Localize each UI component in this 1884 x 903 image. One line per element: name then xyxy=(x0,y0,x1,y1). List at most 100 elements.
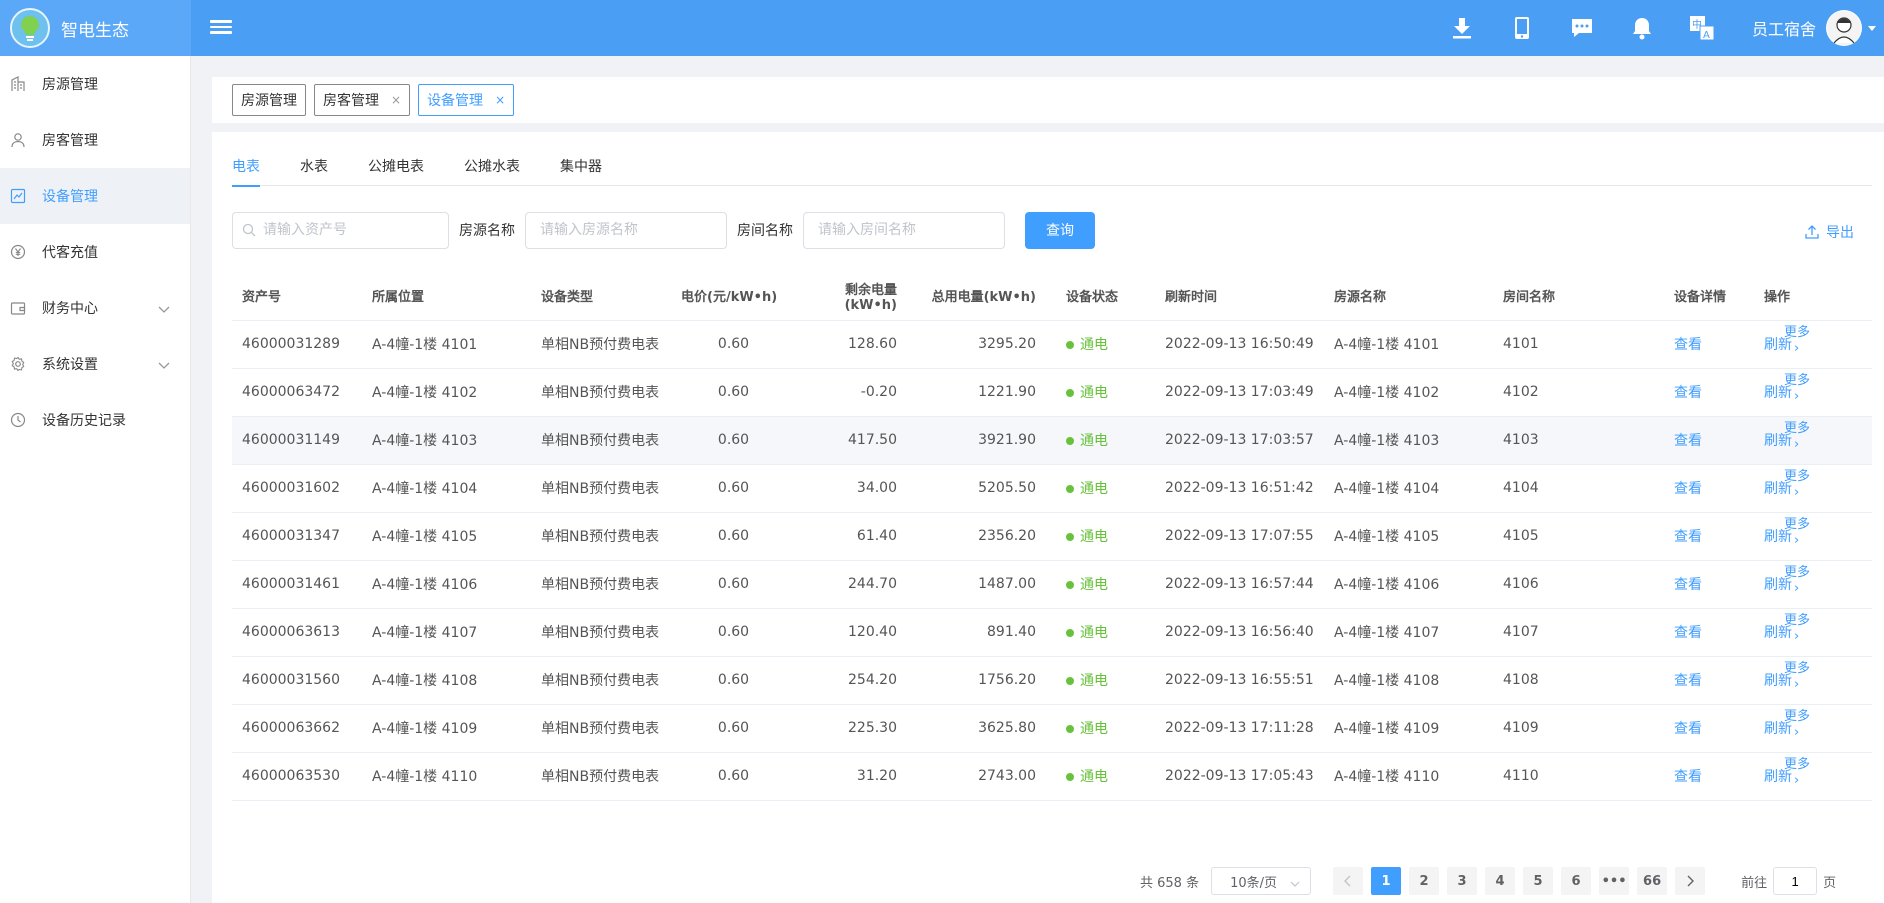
sidebar-item-settings[interactable]: 系统设置 xyxy=(0,336,190,392)
total-count: 共 658 条 xyxy=(1140,875,1200,891)
room-name: 4106 xyxy=(1493,560,1664,609)
view-link[interactable]: 查看 xyxy=(1674,721,1702,737)
column-header: 所属位置 xyxy=(362,272,531,321)
tab-electric-meter[interactable]: 电表 xyxy=(232,156,260,187)
operations: 刷新 更多 › xyxy=(1754,416,1872,465)
total-usage: 1487.00 xyxy=(917,560,1056,609)
view-link[interactable]: 查看 xyxy=(1674,385,1702,401)
mobile-icon[interactable] xyxy=(1508,14,1536,42)
room-name-input[interactable] xyxy=(803,211,1005,249)
sidebar-item-properties[interactable]: 房源管理 xyxy=(0,56,190,112)
page-button[interactable]: 5 xyxy=(1523,867,1554,895)
status-text: 通电 xyxy=(1080,673,1108,689)
tab-water-meter[interactable]: 水表 xyxy=(300,156,328,186)
more-dropdown[interactable]: 更多 › xyxy=(1784,517,1810,549)
view-link[interactable]: 查看 xyxy=(1674,625,1702,641)
sidebar-item-recharge[interactable]: 代客充值 xyxy=(0,224,190,280)
page-button[interactable]: 1 xyxy=(1371,867,1402,895)
device-type: 单相NB预付费电表 xyxy=(531,704,671,753)
more-dropdown[interactable]: 更多 › xyxy=(1784,325,1810,357)
chevron-right-icon: › xyxy=(1794,580,1800,596)
view-link[interactable]: 查看 xyxy=(1674,673,1702,689)
tab-shared-water-meter[interactable]: 公摊水表 xyxy=(464,156,520,186)
query-button[interactable]: 查询 xyxy=(1025,211,1095,249)
next-page-button[interactable] xyxy=(1675,867,1706,895)
remaining-power: -0.20 xyxy=(786,368,917,417)
more-dropdown[interactable]: 更多 › xyxy=(1784,709,1810,741)
more-dropdown[interactable]: 更多 › xyxy=(1784,373,1810,405)
status-text: 通电 xyxy=(1080,577,1108,593)
sidebar-item-devices[interactable]: 设备管理 xyxy=(0,168,190,224)
view-link[interactable]: 查看 xyxy=(1674,481,1702,497)
view-link[interactable]: 查看 xyxy=(1674,529,1702,545)
status-dot-icon xyxy=(1066,677,1074,685)
more-label: 更多 xyxy=(1784,468,1811,484)
view-link[interactable]: 查看 xyxy=(1674,769,1702,785)
goto-page-input[interactable] xyxy=(1773,867,1818,895)
page-button[interactable]: 66 xyxy=(1637,867,1668,895)
chevron-right-icon: › xyxy=(1794,772,1800,788)
chevron-right-icon: › xyxy=(1794,676,1800,692)
refresh-time: 2022-09-13 16:55:51 xyxy=(1155,656,1324,705)
location: A-4幢-1楼 4101 xyxy=(362,320,531,369)
status-text: 通电 xyxy=(1080,481,1108,497)
device-type: 单相NB预付费电表 xyxy=(531,656,671,705)
download-icon[interactable] xyxy=(1448,14,1476,42)
page-button[interactable]: 3 xyxy=(1447,867,1478,895)
property-name-input[interactable] xyxy=(525,211,727,249)
page-button[interactable]: 4 xyxy=(1485,867,1516,895)
menu-toggle-icon[interactable] xyxy=(210,17,232,39)
operations: 刷新 更多 › xyxy=(1754,656,1872,705)
device-detail: 查看 xyxy=(1664,512,1754,561)
price: 0.60 xyxy=(671,560,786,609)
sidebar-item-finance[interactable]: 财务中心 xyxy=(0,280,190,336)
table-row: 46000063530 A-4幢-1楼 4110 单相NB预付费电表 0.60 31.2… xyxy=(232,752,1872,801)
prev-page-button[interactable] xyxy=(1333,867,1364,895)
more-dropdown[interactable]: 更多 › xyxy=(1784,661,1810,693)
tag-devices[interactable]: 设备管理 × xyxy=(418,84,515,116)
page-button[interactable]: 2 xyxy=(1409,867,1440,895)
room-name: 4107 xyxy=(1493,608,1664,657)
page-button[interactable]: 6 xyxy=(1561,867,1592,895)
tag-label: 房客管理 xyxy=(323,93,379,109)
view-link[interactable]: 查看 xyxy=(1674,433,1702,449)
bell-icon[interactable] xyxy=(1628,14,1656,42)
close-icon[interactable]: × xyxy=(495,93,505,107)
more-pages-button[interactable]: ••• xyxy=(1599,867,1630,895)
column-header: 操作 xyxy=(1754,272,1872,321)
more-dropdown[interactable]: 更多 › xyxy=(1784,757,1810,789)
goto-label: 前往 xyxy=(1741,875,1768,891)
user-menu[interactable]: 员工宿舍 xyxy=(1752,0,1877,56)
tag-tenants[interactable]: 房客管理 × xyxy=(314,84,411,116)
more-dropdown[interactable]: 更多 › xyxy=(1784,469,1810,501)
view-link[interactable]: 查看 xyxy=(1674,337,1702,353)
page-size-value: 10条/页 xyxy=(1230,875,1278,891)
more-label: 更多 xyxy=(1784,324,1811,340)
asset-number: 46000031149 xyxy=(232,416,362,465)
more-dropdown[interactable]: 更多 › xyxy=(1784,613,1810,645)
avatar xyxy=(1826,10,1863,46)
more-dropdown[interactable]: 更多 › xyxy=(1784,421,1810,453)
asset-search-input[interactable] xyxy=(232,211,449,249)
sidebar-item-history[interactable]: 设备历史记录 xyxy=(0,392,190,448)
room-name: 4110 xyxy=(1493,752,1664,801)
tag-properties[interactable]: 房源管理 xyxy=(232,84,306,116)
more-dropdown[interactable]: 更多 › xyxy=(1784,565,1810,597)
device-status: 通电 xyxy=(1056,416,1155,465)
property-name: A-4幢-1楼 4104 xyxy=(1324,464,1493,513)
sidebar-item-label: 代客充值 xyxy=(42,245,98,261)
close-icon[interactable]: × xyxy=(391,93,401,107)
refresh-time: 2022-09-13 17:03:49 xyxy=(1155,368,1324,417)
sidebar-item-tenants[interactable]: 房客管理 xyxy=(0,112,190,168)
tag-label: 房源管理 xyxy=(241,93,297,109)
translate-icon[interactable]: 中A xyxy=(1688,14,1716,42)
room-name: 4108 xyxy=(1493,656,1664,705)
brand[interactable]: 智电生态 xyxy=(0,0,191,56)
tab-shared-electric-meter[interactable]: 公摊电表 xyxy=(368,156,424,186)
view-link[interactable]: 查看 xyxy=(1674,577,1702,593)
tab-concentrator[interactable]: 集中器 xyxy=(560,156,602,186)
message-icon[interactable] xyxy=(1568,14,1596,42)
page-size-select[interactable]: 10条/页 xyxy=(1211,867,1312,895)
export-button[interactable]: 导出 xyxy=(1804,222,1854,242)
location: A-4幢-1楼 4103 xyxy=(362,416,531,465)
